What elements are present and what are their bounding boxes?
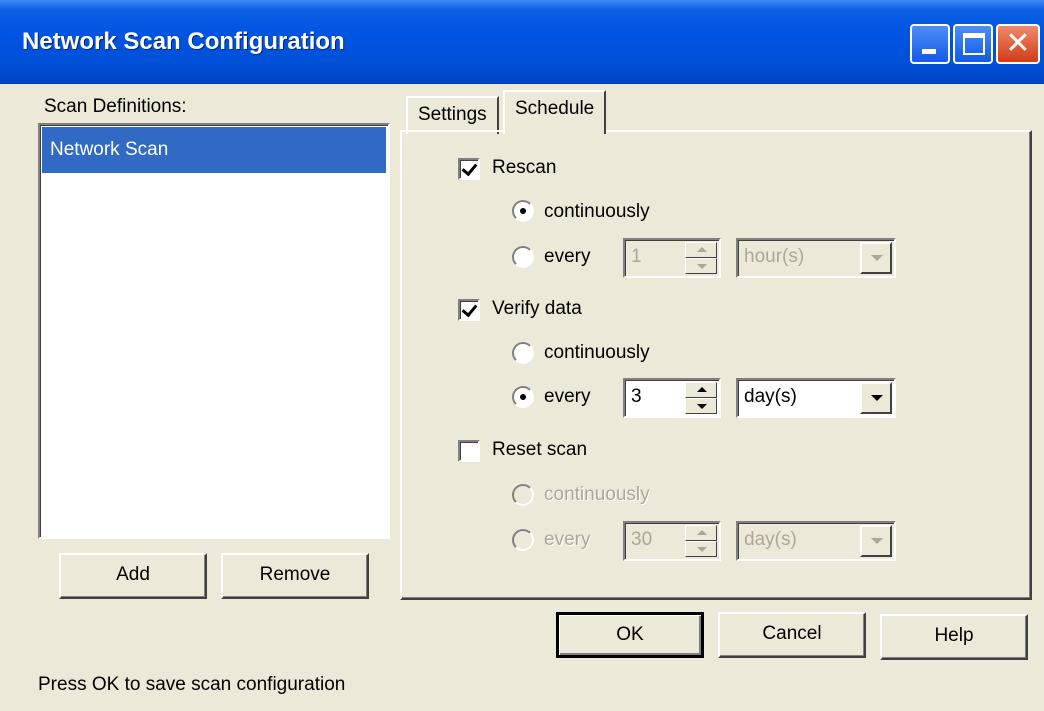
close-button[interactable]: ✕ — [996, 24, 1040, 64]
reset-scan-checkbox[interactable] — [458, 440, 480, 462]
list-item[interactable]: Network Scan — [42, 127, 386, 173]
status-text: Press OK to save scan configuration — [38, 674, 346, 695]
rescan-continuously-label: continuously — [544, 201, 650, 222]
chevron-down-icon[interactable] — [860, 525, 892, 557]
scan-definitions-list[interactable]: Network Scan — [38, 123, 390, 539]
reset-continuously-radio[interactable] — [512, 484, 534, 506]
title-bar[interactable]: Network Scan Configuration ✕ — [0, 0, 1044, 84]
reset-scan-label: Reset scan — [492, 439, 588, 460]
reset-every-label: every — [544, 529, 591, 550]
spin-up-icon[interactable] — [685, 242, 717, 258]
verify-every-radio[interactable] — [512, 386, 534, 408]
verify-interval-value: 3 — [631, 386, 642, 407]
reset-unit-value: day(s) — [744, 529, 797, 550]
rescan-continuously-radio[interactable] — [512, 200, 534, 222]
rescan-interval-value: 1 — [631, 246, 642, 267]
verify-data-label: Verify data — [492, 298, 582, 319]
reset-every-radio[interactable] — [512, 529, 534, 551]
window-title: Network Scan Configuration — [22, 28, 345, 55]
rescan-interval-stepper[interactable]: 1 — [623, 238, 721, 278]
verify-continuously-radio[interactable] — [512, 342, 534, 364]
chevron-down-icon[interactable] — [860, 382, 892, 414]
add-button[interactable]: Add — [59, 553, 207, 599]
spin-up-icon[interactable] — [685, 525, 717, 541]
chevron-down-icon[interactable] — [860, 242, 892, 274]
verify-continuously-label: continuously — [544, 342, 650, 363]
rescan-every-label: every — [544, 246, 591, 267]
cancel-button[interactable]: Cancel — [718, 612, 866, 658]
rescan-unit-select[interactable]: hour(s) — [736, 238, 896, 278]
reset-unit-select[interactable]: day(s) — [736, 521, 896, 561]
maximize-button[interactable] — [953, 24, 993, 64]
tab-settings[interactable]: Settings — [406, 96, 499, 134]
close-icon: ✕ — [1005, 27, 1031, 60]
verify-unit-value: day(s) — [744, 386, 797, 407]
rescan-every-radio[interactable] — [512, 246, 534, 268]
minimize-icon — [922, 49, 936, 54]
remove-button[interactable]: Remove — [221, 553, 369, 599]
reset-interval-stepper[interactable]: 30 — [623, 521, 721, 561]
spin-down-icon[interactable] — [685, 541, 717, 557]
verify-every-label: every — [544, 386, 591, 407]
spin-down-icon[interactable] — [685, 398, 717, 414]
verify-interval-stepper[interactable]: 3 — [623, 378, 721, 418]
reset-interval-value: 30 — [631, 529, 653, 550]
verify-data-checkbox[interactable] — [458, 299, 480, 321]
maximize-icon — [963, 33, 985, 55]
verify-unit-select[interactable]: day(s) — [736, 378, 896, 418]
spin-down-icon[interactable] — [685, 258, 717, 274]
tab-schedule[interactable]: Schedule — [503, 90, 607, 134]
spin-up-icon[interactable] — [685, 382, 717, 398]
rescan-checkbox[interactable] — [458, 158, 480, 180]
scan-definitions-label: Scan Definitions: — [44, 96, 187, 117]
reset-continuously-label: continuously — [544, 484, 650, 505]
minimize-button[interactable] — [910, 24, 950, 64]
rescan-label: Rescan — [492, 157, 557, 178]
ok-button[interactable]: OK — [556, 612, 704, 658]
rescan-unit-value: hour(s) — [744, 246, 805, 267]
help-button[interactable]: Help — [880, 614, 1028, 660]
